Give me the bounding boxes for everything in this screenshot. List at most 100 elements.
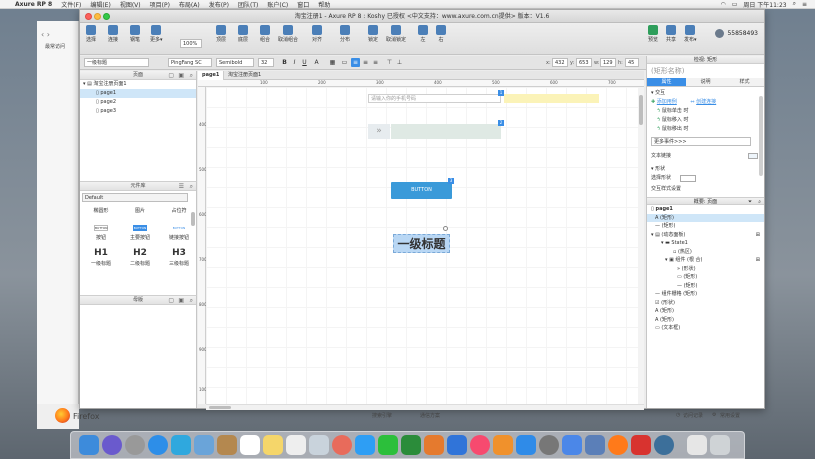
left-button[interactable]: 左 (418, 25, 428, 43)
widget-button[interactable]: BUTTON 按钮 (86, 225, 116, 241)
border-color-icon[interactable]: ▭ (340, 58, 349, 67)
menu-clock[interactable]: 周日 下午11:23 (743, 0, 786, 9)
italic-button[interactable]: I (290, 58, 299, 67)
zoom-select[interactable]: 100% (180, 39, 202, 48)
widget-h3[interactable]: H3 三级标题 (164, 248, 194, 267)
publish-button[interactable]: 发布▾ (684, 25, 697, 43)
outline-row[interactable]: ▾ ▣ 组件 (根 合) ⊞ (647, 256, 764, 265)
canvas-vertical-scrollbar[interactable] (638, 87, 644, 404)
create-link-link[interactable]: 创建连接 (696, 99, 716, 105)
messages-icon[interactable] (355, 435, 375, 455)
page-item-page2[interactable]: ▯ page2 (80, 98, 196, 107)
expand-icon[interactable]: ⊞ (756, 256, 760, 265)
h-field[interactable]: 45 (625, 58, 639, 67)
bookmark-most-visited[interactable]: 最常访问 (45, 43, 65, 50)
event-item[interactable]: ϟ 鼠标移出 时 (647, 125, 764, 134)
user-account[interactable]: 55858493 (715, 29, 758, 38)
outline-row[interactable]: — (矩形) (647, 282, 764, 291)
rotate-handle[interactable] (443, 226, 448, 231)
bold-button[interactable]: B (280, 58, 289, 67)
firefox-dock-icon[interactable] (608, 435, 628, 455)
minimize-window-button[interactable] (94, 13, 101, 20)
tab-notes[interactable]: 说明 (686, 78, 725, 86)
bottom-link[interactable]: 常用设置 (720, 412, 740, 419)
outline-row[interactable]: ▭ (矩形) (647, 273, 764, 282)
font-size-select[interactable]: 32 (258, 58, 274, 67)
widget-link-button[interactable]: BUTTON 链接按钮 (164, 225, 194, 241)
widget-h2[interactable]: H2 二级标题 (125, 248, 155, 267)
weight-select[interactable]: Semibold (216, 58, 254, 67)
lock-button[interactable]: 锁定 (368, 25, 378, 43)
page-tree-root[interactable]: ▾ ▤ 淘宝注册页面1 (80, 80, 196, 89)
w-field[interactable]: 129 (600, 58, 616, 67)
tab-page1[interactable]: page1 (198, 71, 225, 80)
widget-primary-button[interactable]: BUTTON 主要按钮 (125, 225, 155, 241)
select-button[interactable]: 选择 (86, 25, 96, 43)
battery-icon[interactable]: ▭ (732, 1, 738, 8)
widget-image[interactable]: 图片 (125, 207, 155, 214)
numbers-icon[interactable] (401, 435, 421, 455)
bottom-link[interactable]: 通信方案 (420, 412, 440, 419)
inspector-scrollbar[interactable] (759, 96, 763, 176)
design-canvas[interactable]: 请输入你的手机号码 1 » 2 BUTTON 3 一级标题 (206, 87, 644, 404)
menu-account[interactable]: 账户(C) (267, 0, 288, 9)
group-button[interactable]: 组合 (260, 25, 270, 43)
siri-icon[interactable] (102, 435, 122, 455)
page-item-page3[interactable]: ▯ page3 (80, 107, 196, 116)
hint-rectangle[interactable] (504, 94, 599, 103)
add-folder-icon[interactable]: ▣ (178, 296, 184, 305)
font-select[interactable]: PingFang SC (168, 58, 212, 67)
add-case-link[interactable]: 添加用例 (657, 99, 677, 105)
preview-app-icon[interactable] (194, 435, 214, 455)
shape-section[interactable]: ▾ 形状 (647, 165, 764, 174)
baidu-netdisk-icon[interactable] (562, 435, 582, 455)
music-icon[interactable] (470, 435, 490, 455)
style-select[interactable]: 一级标题 (84, 58, 149, 67)
photos-icon[interactable] (332, 435, 352, 455)
search-icon[interactable]: ⌕ (793, 0, 796, 8)
menu-view[interactable]: 视图(V) (120, 0, 141, 9)
menu-window[interactable]: 窗口 (297, 0, 309, 9)
menu-layout[interactable]: 布局(A) (179, 0, 200, 9)
outline-row[interactable]: ▫ (热区) (647, 248, 764, 257)
outline-row[interactable]: ▭ (文本框) (647, 324, 764, 333)
connect-button[interactable]: 连接 (108, 25, 118, 43)
align-button[interactable]: 对齐 (312, 25, 322, 43)
unlock-button[interactable]: 取消锁定 (386, 25, 406, 43)
finder-icon[interactable] (79, 435, 99, 455)
wifi-icon[interactable]: ◠ (720, 1, 725, 8)
safari-icon[interactable] (148, 435, 168, 455)
outline-row[interactable]: A (矩形) (647, 307, 764, 316)
share-button[interactable]: 共享 (666, 25, 676, 43)
system-preferences-icon[interactable] (539, 435, 559, 455)
outline-row[interactable]: ▯ page1 (647, 205, 764, 214)
menu-team[interactable]: 团队(T) (238, 0, 258, 9)
outline-row[interactable]: A (矩形) (647, 213, 764, 222)
align-center-button[interactable]: ≡ (361, 58, 370, 67)
search-icon[interactable]: ⌕ (190, 182, 193, 191)
add-master-icon[interactable]: ▢ (168, 296, 174, 305)
phone-input-widget[interactable]: 请输入你的手机号码 (368, 94, 501, 103)
scroll-thumb[interactable] (209, 406, 231, 409)
bring-front-button[interactable]: 顶层 (216, 25, 226, 43)
menu-app-name[interactable]: Axure RP 8 (15, 1, 52, 8)
outline-row[interactable]: » (形状) (647, 265, 764, 274)
close-window-button[interactable] (85, 13, 92, 20)
maximize-window-button[interactable] (103, 13, 110, 20)
app-store-icon[interactable] (516, 435, 536, 455)
menu-edit[interactable]: 编辑(E) (90, 0, 110, 9)
add-folder-icon[interactable]: ▣ (178, 71, 184, 80)
shape-name-field[interactable]: (矩形名称) (647, 64, 764, 78)
expand-icon[interactable]: ⊞ (756, 231, 760, 240)
outline-row[interactable]: ☑ (形状) (647, 299, 764, 308)
trash-icon[interactable] (710, 435, 730, 455)
widget-ellipse[interactable]: 椭圆形 (86, 207, 116, 214)
more-button[interactable]: 更多▾ (150, 25, 163, 43)
add-page-icon[interactable]: ▢ (168, 71, 174, 80)
interaction-section[interactable]: ▾ 交互 (647, 89, 764, 98)
tab-register-page[interactable]: 淘宝注册页面1 (224, 71, 265, 80)
tab-style[interactable]: 样式 (725, 78, 764, 86)
preview-button[interactable]: 预览 (648, 25, 658, 43)
folder-icon[interactable] (687, 435, 707, 455)
valign-middle-button[interactable]: ⊥ (395, 58, 404, 67)
